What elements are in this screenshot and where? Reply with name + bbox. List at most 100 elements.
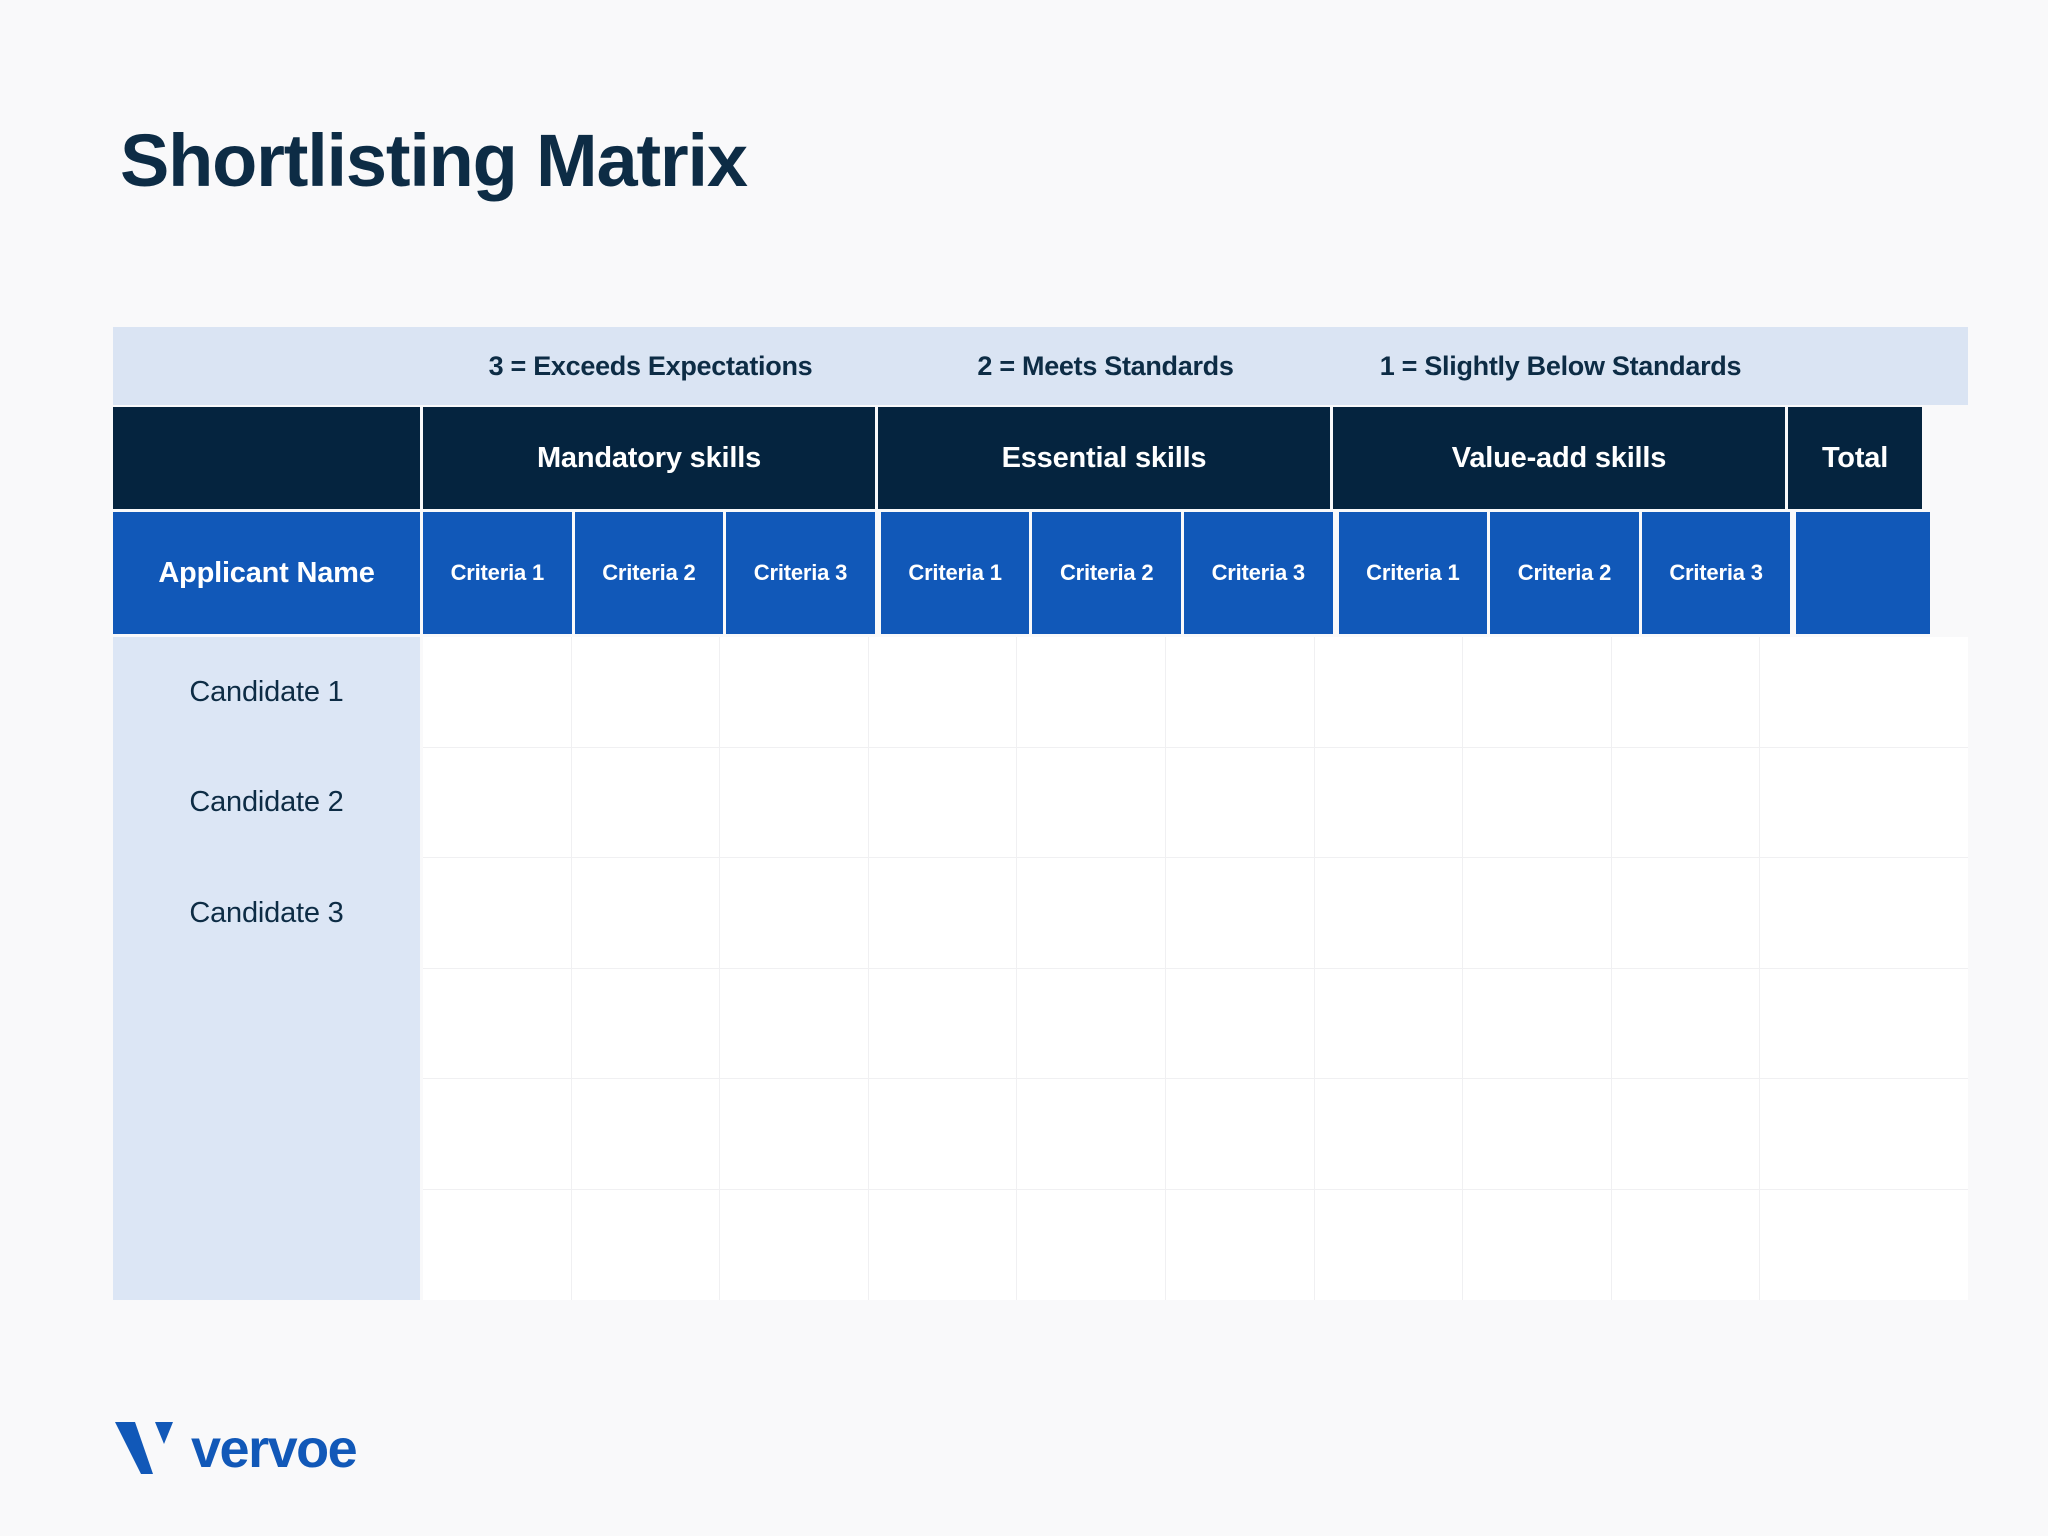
score-cell[interactable] — [1165, 747, 1315, 857]
score-cell[interactable] — [1165, 1079, 1315, 1189]
applicant-name-cell[interactable]: Candidate 1 — [113, 637, 420, 748]
score-cell[interactable] — [571, 968, 721, 1078]
score-cell[interactable] — [423, 747, 572, 857]
score-cell[interactable] — [1463, 1189, 1612, 1300]
score-cell[interactable] — [720, 858, 869, 968]
legend-item-1: 1 = Slightly Below Standards — [1379, 350, 1742, 381]
column-header-total-blank — [1796, 512, 1931, 634]
group-header-value-add-skills: Value-add skills — [1333, 407, 1785, 509]
score-cell[interactable] — [868, 1079, 1018, 1189]
score-cell[interactable] — [1611, 968, 1761, 1078]
score-cell[interactable] — [1314, 747, 1464, 857]
score-cell[interactable] — [1611, 747, 1761, 857]
applicant-name-cell[interactable] — [113, 1079, 420, 1190]
total-cell[interactable] — [1760, 1079, 1968, 1189]
score-cell[interactable] — [423, 1189, 572, 1300]
column-header-value-add-criteria-3: Criteria 3 — [1641, 512, 1791, 634]
score-cell[interactable] — [423, 968, 572, 1078]
score-cell[interactable] — [868, 968, 1018, 1078]
score-cell[interactable] — [1017, 747, 1166, 857]
shortlisting-matrix-table: 3 = Exceeds Expectations 2 = Meets Stand… — [113, 327, 1968, 1300]
score-cell[interactable] — [720, 1079, 869, 1189]
score-cell[interactable] — [1017, 1189, 1166, 1300]
score-cell[interactable] — [571, 1189, 721, 1300]
legend-item-2: 2 = Meets Standards — [977, 350, 1234, 381]
score-cell[interactable] — [868, 747, 1018, 857]
score-cell[interactable] — [868, 1189, 1018, 1300]
table-row — [423, 747, 1968, 858]
table-row — [423, 1079, 1968, 1190]
total-cell[interactable] — [1760, 968, 1968, 1078]
column-header-value-add-criteria-1: Criteria 1 — [1338, 512, 1488, 634]
score-cell[interactable] — [423, 637, 572, 747]
score-cell[interactable] — [1314, 637, 1464, 747]
score-cell[interactable] — [720, 637, 869, 747]
table-row — [423, 968, 1968, 1079]
score-cell[interactable] — [720, 1189, 869, 1300]
applicant-name-cell[interactable] — [113, 1190, 420, 1301]
score-cell[interactable] — [423, 1079, 572, 1189]
score-cell[interactable] — [1611, 1189, 1761, 1300]
column-header-value-add-criteria-2: Criteria 2 — [1490, 512, 1639, 634]
score-cell[interactable] — [1165, 1189, 1315, 1300]
table-row — [423, 1189, 1968, 1300]
table-row — [423, 637, 1968, 748]
score-cell[interactable] — [1314, 968, 1464, 1078]
applicant-name-column: Candidate 1 Candidate 2 Candidate 3 — [113, 637, 420, 1300]
score-cell[interactable] — [1314, 858, 1464, 968]
score-cell[interactable] — [1463, 1079, 1612, 1189]
total-cell[interactable] — [1760, 747, 1968, 857]
score-cell[interactable] — [1463, 637, 1612, 747]
column-header-applicant-name: Applicant Name — [113, 512, 420, 634]
score-cell[interactable] — [1611, 858, 1761, 968]
total-cell[interactable] — [1760, 858, 1968, 968]
group-header-mandatory-skills: Mandatory skills — [423, 407, 875, 509]
score-cell[interactable] — [720, 968, 869, 1078]
group-header-essential-skills: Essential skills — [878, 407, 1330, 509]
score-cell[interactable] — [571, 637, 721, 747]
vervoe-v-mark-icon — [113, 1418, 175, 1480]
score-cell[interactable] — [571, 747, 721, 857]
table-row — [423, 858, 1968, 969]
score-cell[interactable] — [571, 1079, 721, 1189]
group-header-total: Total — [1788, 407, 1922, 509]
score-cell[interactable] — [720, 747, 869, 857]
score-cell[interactable] — [1165, 858, 1315, 968]
column-header-essential-criteria-1: Criteria 1 — [880, 512, 1030, 634]
score-cell[interactable] — [1463, 747, 1612, 857]
score-cell[interactable] — [1165, 637, 1315, 747]
legend-item-3: 3 = Exceeds Expectations — [488, 350, 813, 381]
score-cell[interactable] — [1017, 968, 1166, 1078]
total-cell[interactable] — [1760, 637, 1968, 747]
total-cell[interactable] — [1760, 1189, 1968, 1300]
score-cell[interactable] — [1314, 1079, 1464, 1189]
criteria-header-row: Applicant Name Criteria 1 Criteria 2 Cri… — [113, 512, 1968, 634]
applicant-name-cell[interactable]: Candidate 2 — [113, 748, 420, 859]
score-cell[interactable] — [868, 637, 1018, 747]
score-cell[interactable] — [1463, 968, 1612, 1078]
score-cell[interactable] — [1314, 1189, 1464, 1300]
skill-group-header-row: Mandatory skills Essential skills Value-… — [113, 407, 1968, 509]
column-header-mandatory-criteria-3: Criteria 3 — [726, 512, 875, 634]
scoring-legend-band: 3 = Exceeds Expectations 2 = Meets Stand… — [113, 327, 1968, 405]
score-cell[interactable] — [423, 858, 572, 968]
vervoe-logo: vervoe — [113, 1418, 358, 1480]
score-cell[interactable] — [868, 858, 1018, 968]
page-title: Shortlisting Matrix — [120, 119, 748, 202]
score-cell[interactable] — [1017, 858, 1166, 968]
column-header-mandatory-criteria-2: Criteria 2 — [574, 512, 724, 634]
column-header-mandatory-criteria-1: Criteria 1 — [423, 512, 572, 634]
score-grid — [423, 637, 1968, 1300]
score-cell[interactable] — [1463, 858, 1612, 968]
matrix-body: Candidate 1 Candidate 2 Candidate 3 — [113, 637, 1968, 1300]
score-cell[interactable] — [1017, 1079, 1166, 1189]
score-cell[interactable] — [571, 858, 721, 968]
applicant-name-cell[interactable] — [113, 969, 420, 1080]
score-cell[interactable] — [1611, 1079, 1761, 1189]
score-cell[interactable] — [1611, 637, 1761, 747]
column-header-essential-criteria-3: Criteria 3 — [1183, 512, 1333, 634]
group-header-blank — [113, 407, 420, 509]
score-cell[interactable] — [1165, 968, 1315, 1078]
score-cell[interactable] — [1017, 637, 1166, 747]
applicant-name-cell[interactable]: Candidate 3 — [113, 858, 420, 969]
